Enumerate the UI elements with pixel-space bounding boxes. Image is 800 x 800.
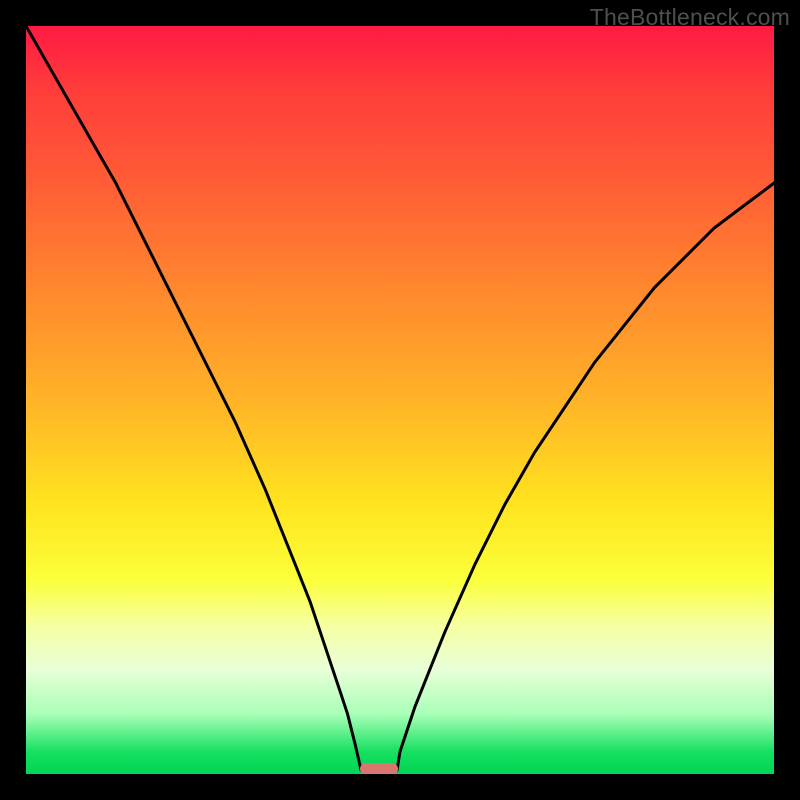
optimal-range-marker: [360, 763, 397, 774]
plot-area: [26, 26, 774, 774]
right-curve: [397, 183, 774, 770]
chart-frame: TheBottleneck.com: [0, 0, 800, 800]
left-curve: [26, 26, 361, 770]
watermark-label: TheBottleneck.com: [590, 4, 790, 31]
bottleneck-curves: [26, 26, 774, 774]
